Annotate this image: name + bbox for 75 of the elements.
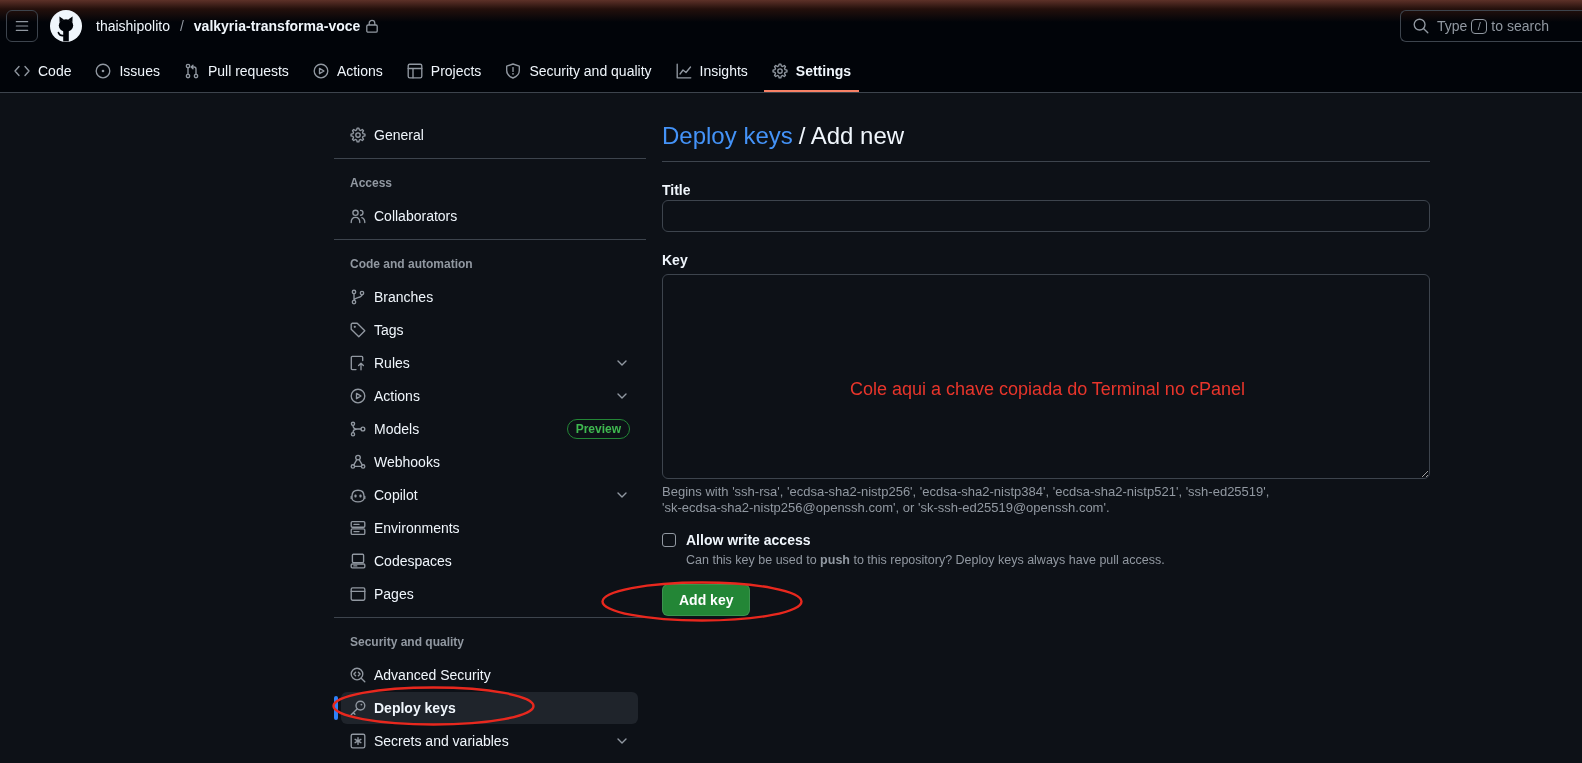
sidebar-item[interactable]: Webhooks [341,446,638,478]
nav-tab[interactable]: Insights [667,52,756,92]
sidebar-item[interactable]: Codespaces [341,545,638,577]
sidebar-item[interactable]: Advanced Security [341,659,638,691]
people-icon [350,208,366,224]
owner-link[interactable]: thaishipolito [96,18,170,34]
path-separator: / [179,18,184,34]
robot-icon [350,487,366,503]
chevron-down-icon[interactable] [617,738,627,744]
branch-arrow-icon [183,63,200,79]
nav-tab[interactable]: Security and quality [497,52,660,92]
title-input[interactable] [662,200,1430,232]
search-icon [1413,18,1429,34]
nav-tab[interactable]: Issues [87,52,168,92]
sidebar-item[interactable]: Branches [341,281,638,313]
field-hint: Begins with 'ssh-rsa', 'ecdsa-sha2-nistp256', 'ecdsa-sha2-nistp384', 'ecdsa-sha2-nistp521', 'ssh-ed25519', 'sk-ecdsa-sha2-nistp256@openssh.com', or 'sk-ssh-ed25519@openssh.com'. [662,484,1271,516]
key-icon [350,700,366,716]
sidebar-item[interactable]: Actions [341,380,638,412]
nav-tab[interactable]: Projects [398,52,490,92]
checkbox[interactable] [662,533,676,547]
nodes-icon [350,421,366,437]
nav-tab[interactable]: Pull requests [175,52,297,92]
play-icon [312,63,329,79]
chevron-down-icon[interactable] [617,393,627,399]
shortcut-key: / [1471,18,1488,34]
magnifier-code-icon [350,667,366,683]
sidebar-item[interactable]: Copilot [341,479,638,511]
page-title: / Add new [798,121,905,151]
asterisk-icon [350,733,366,749]
section-heading: Code and automation [349,256,474,273]
settings-icon [771,63,788,79]
sidebar-item[interactable]: Environments [341,512,638,544]
sidebar-item[interactable]: Deploy keys [341,692,638,724]
sidebar-item[interactable]: General [341,119,638,151]
webhook-icon [350,454,366,470]
settings-icon [350,127,366,143]
section-heading: Security and quality [349,634,466,651]
branch-icon [350,289,366,305]
line-chart-icon [675,63,692,79]
checkbox-label[interactable]: Allow write access [686,530,1165,550]
selection-indicator [334,696,338,720]
checkbox-description: Can this key be used to push to this repository? Deploy keys always have pull access. [686,552,1165,568]
add-key-button[interactable]: Add key [662,584,751,616]
circle-dot-icon [95,63,112,79]
menu-button[interactable] [6,10,38,42]
field-label: Title [662,181,691,200]
breadcrumb-link[interactable]: Deploy keys [662,120,793,152]
sidebar-item[interactable]: Pages [341,578,638,610]
tag-icon [350,322,366,338]
section-heading: Access [349,175,394,192]
chevron-down-icon[interactable] [617,360,627,366]
document-arrow-icon [350,355,366,371]
angle-brackets-icon [14,63,30,79]
search-field[interactable]: Type / to search [1400,10,1582,42]
key-input[interactable] [662,274,1430,479]
server-icon [350,520,366,536]
sidebar-item[interactable]: Models Preview [341,413,638,445]
play-icon [350,388,366,404]
field-label: Key [662,251,688,270]
menu-icon [15,19,29,33]
repository-link[interactable]: valkyria-transforma-voce [193,18,361,34]
shield-icon [505,63,522,79]
table-icon [406,63,423,79]
cat-logo-icon[interactable] [50,10,82,42]
nav-tab[interactable]: Actions [304,52,391,92]
sidebar-item[interactable]: Secrets and variables [341,725,638,757]
chevron-down-icon[interactable] [617,492,627,498]
sidebar-item[interactable]: Collaborators [341,200,638,232]
browser-window-icon [350,586,366,602]
computer-icon [350,553,366,569]
nav-tab[interactable]: Settings [763,52,860,92]
annotation-note: Cole aqui a chave copiada do Terminal no cPanel [850,378,1245,400]
sidebar-item[interactable]: Rules [341,347,638,379]
nav-tab[interactable]: Code [6,52,80,92]
sidebar-item[interactable]: Tags [341,314,638,346]
